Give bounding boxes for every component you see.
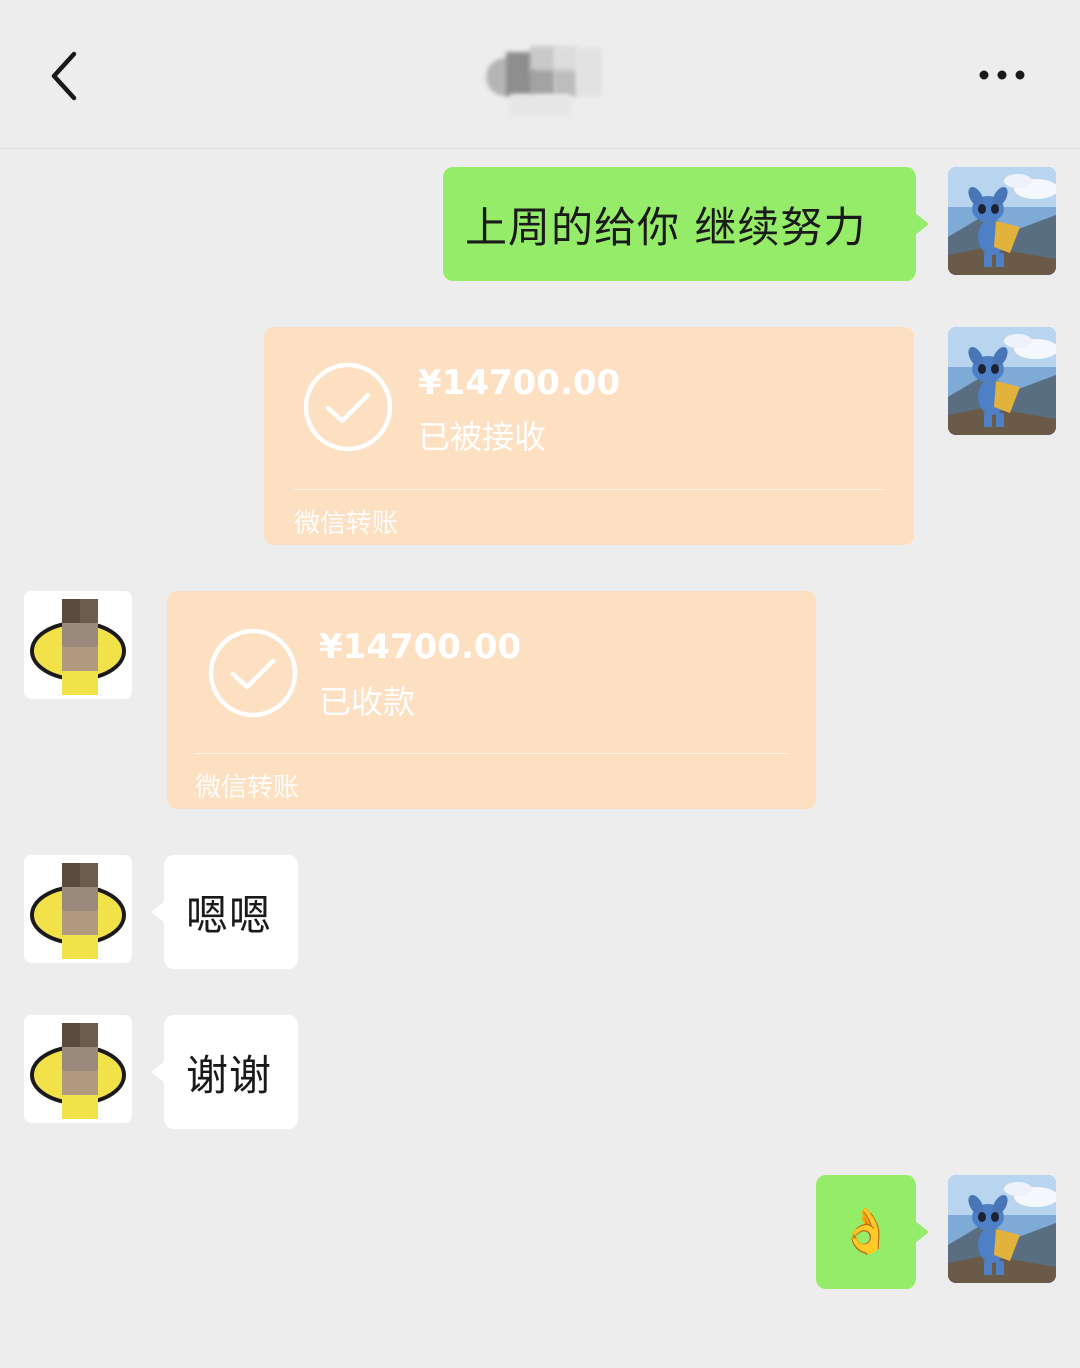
contact-avatar-icon <box>24 1015 132 1123</box>
transfer-amount: ¥14700.00 <box>418 363 621 403</box>
stitch-avatar-icon <box>948 167 1056 275</box>
check-circle-icon <box>208 628 298 718</box>
transfer-brand-label: 微信转账 <box>195 773 300 803</box>
check-circle-icon <box>303 362 393 452</box>
more-options-button[interactable] <box>976 55 1036 95</box>
transfer-brand-label: 微信转账 <box>294 509 399 539</box>
message-text: 谢谢 <box>186 1050 273 1100</box>
transfer-divider <box>195 753 788 754</box>
received-transfer-card[interactable]: ¥14700.00 已收款 微信转账 <box>167 591 816 809</box>
sent-transfer-card[interactable]: ¥14700.00 已被接收 微信转账 <box>264 327 914 545</box>
sent-text-bubble[interactable]: 上周的给你 继续努力 <box>443 167 929 281</box>
contact-avatar-icon <box>24 591 132 699</box>
more-horizontal-icon <box>979 70 1025 80</box>
sent-emoji-bubble[interactable]: 👌 <box>816 1175 929 1289</box>
contact-avatar[interactable] <box>24 591 132 699</box>
ok-hand-emoji: 👌 <box>838 1206 894 1257</box>
bubble-tail <box>915 213 929 235</box>
chat-header <box>0 0 1080 149</box>
stitch-avatar-icon <box>948 1175 1056 1283</box>
bubble-tail <box>151 901 165 923</box>
contact-avatar[interactable] <box>24 1015 132 1123</box>
message-text: 上周的给你 继续努力 <box>465 202 867 252</box>
chat-title-obscured <box>480 44 710 120</box>
contact-avatar-icon <box>24 855 132 963</box>
stitch-avatar-icon <box>948 327 1056 435</box>
my-avatar[interactable] <box>948 167 1056 275</box>
received-text-bubble[interactable]: 谢谢 <box>151 1015 298 1129</box>
transfer-status: 已收款 <box>319 683 416 721</box>
message-text: 嗯嗯 <box>186 890 273 940</box>
my-avatar[interactable] <box>948 327 1056 435</box>
transfer-divider <box>294 489 884 490</box>
transfer-status: 已被接收 <box>418 418 547 456</box>
contact-avatar[interactable] <box>24 855 132 963</box>
back-button[interactable] <box>40 40 100 112</box>
chevron-left-icon <box>51 51 77 101</box>
received-text-bubble[interactable]: 嗯嗯 <box>151 855 298 969</box>
bubble-tail <box>915 1221 929 1243</box>
bubble-tail <box>151 1061 165 1083</box>
my-avatar[interactable] <box>948 1175 1056 1283</box>
transfer-amount: ¥14700.00 <box>319 627 522 667</box>
